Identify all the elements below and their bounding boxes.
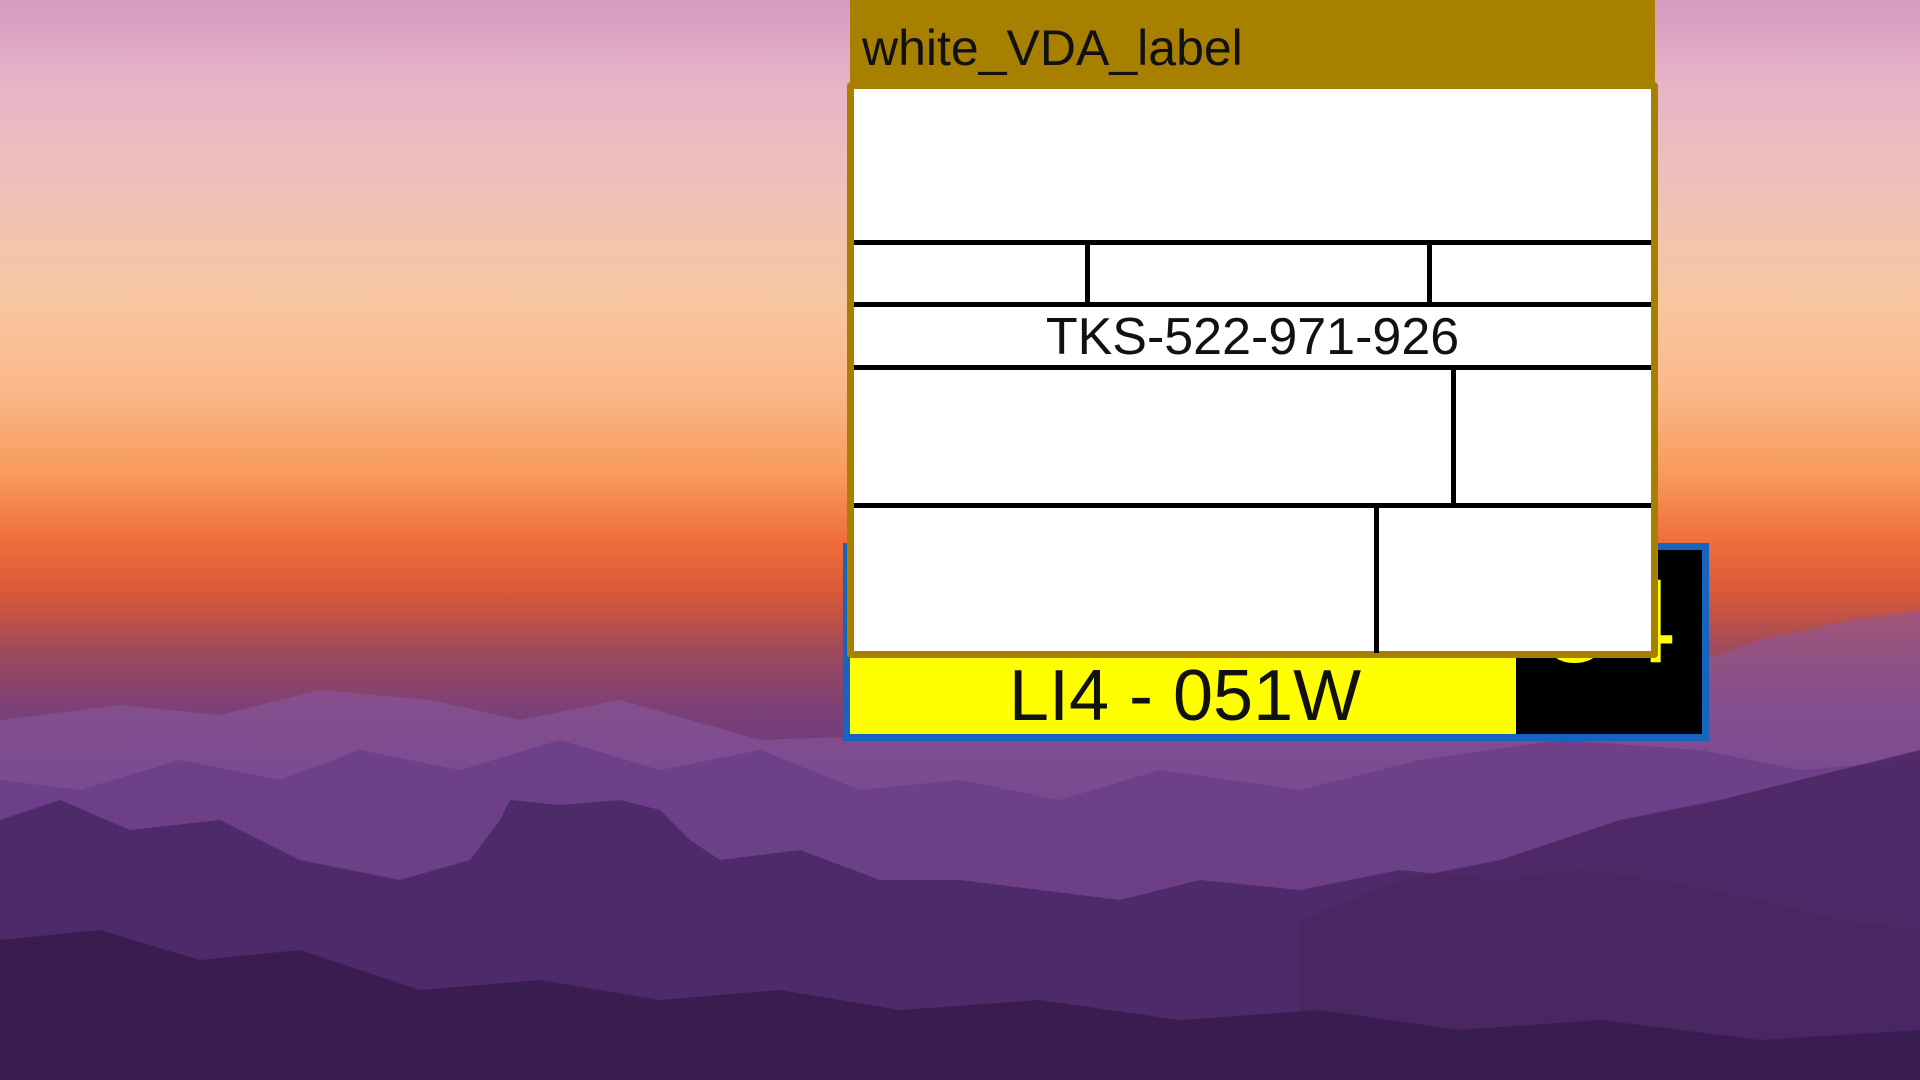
plate-label-text: LI4 - 051W <box>1008 656 1362 736</box>
row-divider <box>854 503 1651 508</box>
desktop-background: LI4 - 051W 54 white_VDA_label TKS-522-97… <box>0 0 1920 1080</box>
column-divider <box>1451 365 1456 508</box>
vda-label-body: TKS-522-971-926 <box>847 82 1658 658</box>
column-divider <box>1427 240 1432 307</box>
window-title: white_VDA_label <box>862 20 1243 76</box>
column-divider <box>1374 503 1379 653</box>
window-title-bar[interactable]: white_VDA_label <box>850 0 1655 88</box>
row-divider <box>854 240 1651 245</box>
label-code: TKS-522-971-926 <box>1045 308 1460 366</box>
white-vda-label-window[interactable]: white_VDA_label TKS-522-971-926 <box>847 0 1658 658</box>
column-divider <box>1085 240 1090 307</box>
